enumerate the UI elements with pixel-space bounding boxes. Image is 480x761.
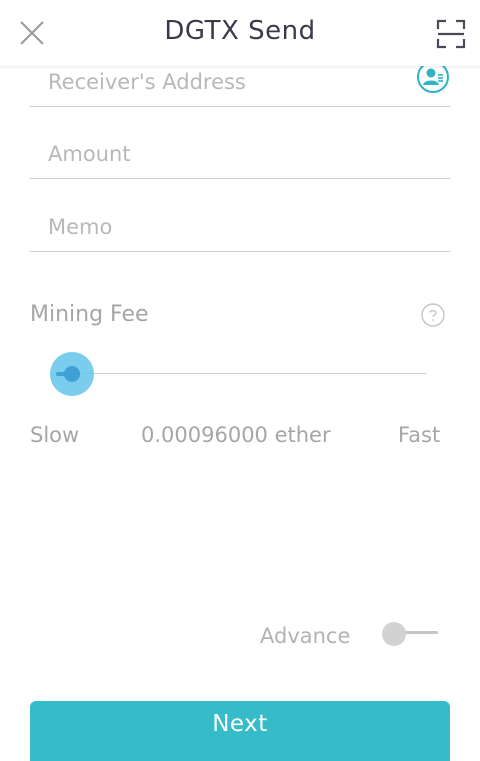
speed-slow-label: Slow [30, 423, 80, 447]
amount-field [30, 134, 450, 179]
amount-input[interactable] [48, 134, 408, 174]
top-bar: DGTX Send [0, 0, 480, 66]
advance-label: Advance [260, 624, 351, 648]
mining-fee-help-button[interactable] [421, 303, 445, 327]
question-icon [421, 303, 445, 327]
speed-fast-label: Fast [398, 423, 441, 447]
toggle-thumb [382, 622, 406, 646]
page-title: DGTX Send [164, 16, 316, 46]
slider-thumb[interactable] [50, 352, 94, 396]
receiver-address-field [30, 61, 450, 107]
slider-thumb-dot [64, 366, 80, 382]
next-button[interactable]: Next [30, 701, 450, 761]
mining-fee-value: 0.00096000 ether [141, 423, 331, 447]
memo-field [30, 207, 450, 252]
slider-track [70, 373, 426, 374]
scan-button[interactable] [434, 17, 468, 51]
mining-fee-label: Mining Fee [30, 302, 149, 327]
scan-icon [436, 19, 466, 49]
mining-fee-slider[interactable] [50, 352, 426, 396]
memo-input[interactable] [48, 207, 408, 247]
send-screen: DGTX Send M [0, 0, 480, 761]
receiver-address-input[interactable] [48, 62, 408, 102]
advance-toggle[interactable] [382, 622, 440, 648]
